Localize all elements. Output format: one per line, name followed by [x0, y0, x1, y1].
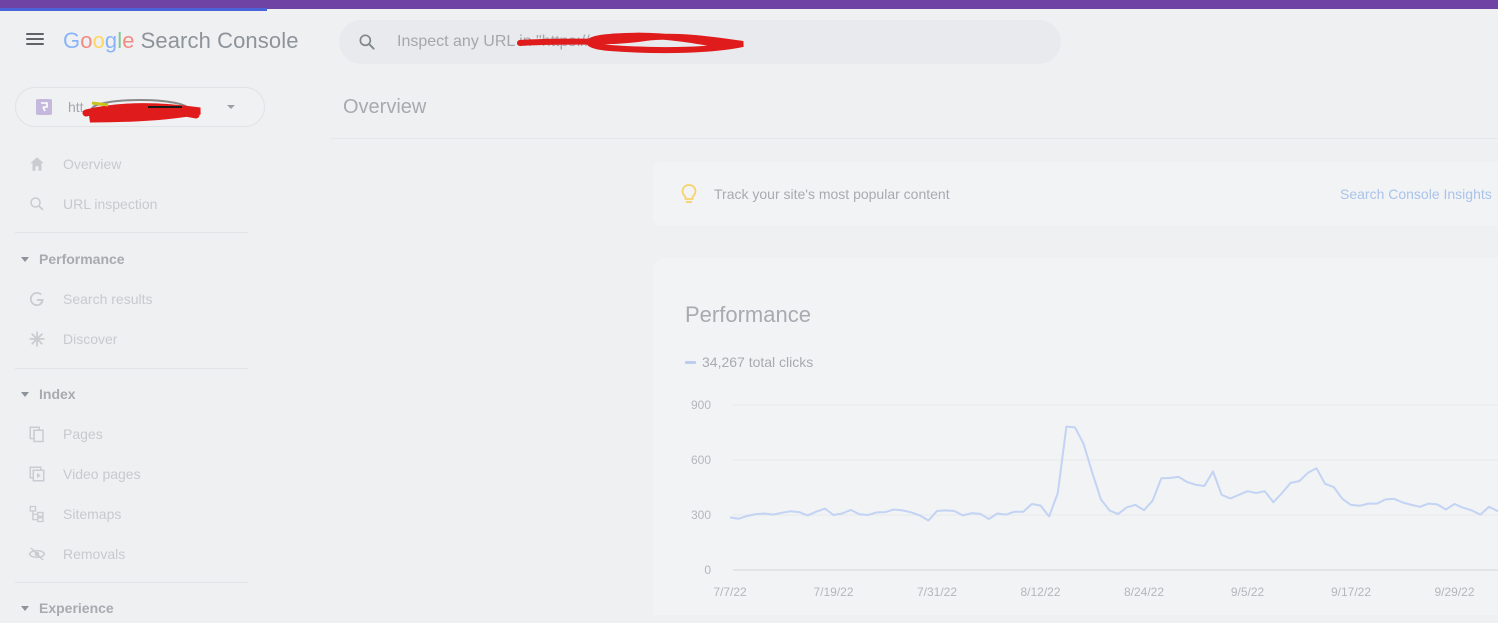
search-icon — [359, 34, 375, 50]
y-tick-label: 600 — [691, 453, 711, 467]
insights-tip-card: Track your site's most popular content S… — [653, 162, 1498, 226]
page-title: Overview — [343, 96, 427, 118]
divider — [15, 582, 248, 583]
sidebar-item-search-results[interactable]: Search results — [0, 279, 250, 319]
y-tick-label: 300 — [691, 508, 711, 522]
product-name: Search Console — [140, 28, 299, 53]
sidebar-item-label: Search results — [63, 291, 153, 307]
x-tick-label: 9/5/22 — [1231, 585, 1265, 599]
sitemap-icon — [28, 505, 46, 523]
home-icon — [28, 155, 46, 173]
eye-off-icon — [28, 545, 46, 563]
sidebar-section-performance[interactable]: Performance — [0, 244, 250, 274]
tip-text: Track your site's most popular content — [714, 186, 950, 202]
search-console-insights-link[interactable]: Search Console Insights — [1340, 186, 1492, 202]
x-tick-label: 8/24/22 — [1124, 585, 1164, 599]
sidebar-section-experience[interactable]: Experience — [0, 593, 250, 623]
performance-chart[interactable]: 0 300 600 900 7/7/22 7/19/22 7/31/22 8/12/22 8/2… — [653, 258, 1498, 615]
logo-letter: o — [92, 28, 105, 53]
performance-card: Performance 34,267 total clicks 0 300 600 9… — [653, 258, 1498, 615]
x-tick-label: 7/7/22 — [713, 585, 747, 599]
sidebar-section-index[interactable]: Index — [0, 379, 250, 409]
logo-letter: g — [104, 28, 118, 53]
redaction-scribble — [82, 99, 201, 123]
x-tick-label: 8/12/22 — [1020, 585, 1060, 599]
x-tick-label: 7/31/22 — [917, 585, 957, 599]
series-line-clicks — [729, 425, 1498, 522]
divider — [15, 368, 248, 369]
sidebar-item-label: Discover — [63, 331, 118, 347]
main-menu-button[interactable] — [24, 30, 46, 52]
app-logo[interactable]: Google Search Console — [63, 28, 299, 54]
sidebar-item-label: Removals — [63, 546, 126, 562]
sidebar-item-url-inspection[interactable]: URL inspection — [0, 184, 250, 224]
hamburger-line — [26, 43, 44, 45]
hamburger-line — [26, 33, 44, 35]
loading-progress-bar — [0, 8, 267, 11]
y-tick-label: 900 — [691, 398, 711, 412]
sidebar-item-pages[interactable]: Pages — [0, 414, 250, 454]
page-header — [330, 80, 1498, 139]
asterisk-icon — [28, 330, 46, 348]
section-title: Experience — [39, 600, 114, 616]
hamburger-line — [26, 38, 44, 40]
caret-down-icon — [21, 391, 29, 397]
sidebar-item-discover[interactable]: Discover — [0, 319, 250, 359]
logo-letter: o — [80, 28, 93, 53]
x-tick-label: 7/19/22 — [813, 585, 853, 599]
sidebar-item-sitemaps[interactable]: Sitemaps — [0, 494, 250, 534]
x-tick-label: 9/17/22 — [1331, 585, 1371, 599]
sidebar-item-removals[interactable]: Removals — [0, 534, 250, 574]
divider — [15, 232, 248, 233]
caret-down-icon — [21, 605, 29, 611]
video-pages-icon — [28, 465, 46, 483]
google-g-icon — [28, 290, 46, 308]
sidebar-item-label: URL inspection — [63, 196, 158, 212]
redaction-scribble — [517, 32, 744, 54]
lightbulb-icon — [681, 184, 697, 203]
sidebar-item-overview[interactable]: Overview — [0, 144, 250, 184]
search-icon — [28, 195, 46, 213]
sidebar-item-label: Sitemaps — [63, 506, 122, 522]
x-tick-label: 9/29/22 — [1434, 585, 1474, 599]
y-tick-label: 0 — [704, 563, 711, 577]
section-title: Performance — [39, 251, 125, 267]
logo-letter: G — [63, 28, 81, 53]
property-icon — [36, 99, 52, 115]
chevron-down-icon — [227, 105, 235, 109]
sidebar-item-video-pages[interactable]: Video pages — [0, 454, 250, 494]
sidebar-item-label: Pages — [63, 426, 103, 442]
section-title: Index — [39, 386, 76, 402]
caret-down-icon — [21, 256, 29, 262]
pages-icon — [28, 425, 46, 443]
sidebar-item-label: Video pages — [63, 466, 141, 482]
logo-letter: e — [122, 28, 135, 53]
sidebar-item-label: Overview — [63, 156, 122, 172]
